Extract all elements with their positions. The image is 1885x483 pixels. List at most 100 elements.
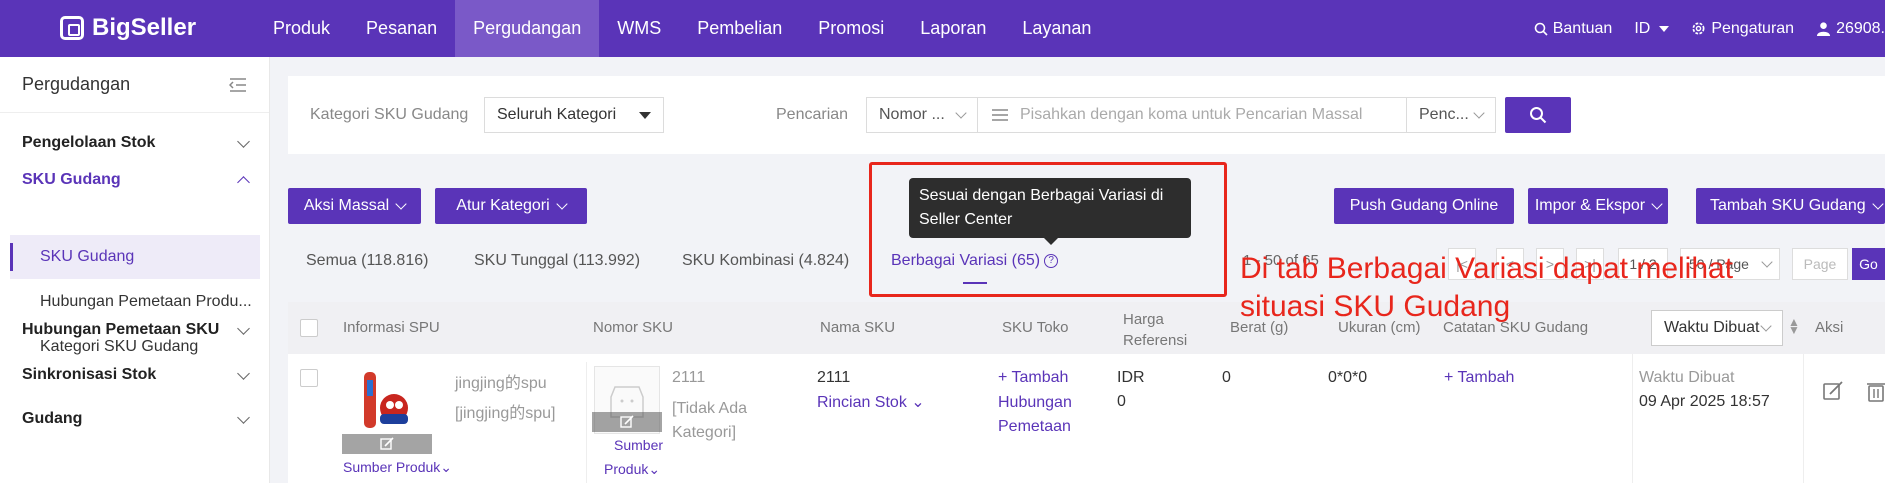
sidebar-subitem-sku-gudang[interactable]: SKU Gudang bbox=[10, 235, 260, 279]
col-action: Aksi bbox=[1815, 319, 1844, 336]
sku-source-line1[interactable]: Sumber bbox=[614, 437, 663, 453]
add-mapping-line3[interactable]: Pemetaan bbox=[998, 418, 1071, 436]
chevron-down-icon bbox=[1871, 198, 1884, 210]
edit-icon[interactable] bbox=[1822, 380, 1844, 402]
go-button[interactable]: Go bbox=[1852, 248, 1885, 280]
cell-divider bbox=[1803, 354, 1804, 483]
edit-image-button[interactable] bbox=[342, 434, 432, 454]
bulk-action-button[interactable]: Aksi Massal bbox=[288, 188, 421, 224]
chevron-down-icon bbox=[1473, 107, 1485, 119]
search-input[interactable]: Pisahkan dengan koma untuk Pencarian Mas… bbox=[977, 97, 1407, 133]
row-checkbox[interactable] bbox=[300, 369, 318, 387]
list-icon bbox=[992, 109, 1008, 121]
settings-label: Pengaturan bbox=[1711, 19, 1795, 37]
nav-pesanan[interactable]: Pesanan bbox=[348, 0, 455, 57]
chevron-down-icon bbox=[237, 321, 250, 335]
cell-divider bbox=[586, 362, 587, 483]
sidebar-item-hubungan-pemetaan-sku[interactable]: Hubungan Pemetaan SKU bbox=[0, 308, 270, 352]
help-label: Bantuan bbox=[1552, 19, 1613, 37]
sidebar-item-sku-gudang[interactable]: SKU Gudang bbox=[0, 158, 270, 202]
select-all-checkbox[interactable] bbox=[300, 319, 318, 337]
category-select[interactable]: Seluruh Kategori bbox=[484, 97, 664, 133]
toy-robot-image bbox=[364, 372, 408, 428]
button-label: Aksi Massal bbox=[303, 197, 390, 214]
button-label: Atur Kategori bbox=[456, 197, 550, 214]
nav-wms[interactable]: WMS bbox=[599, 0, 679, 57]
tab-all[interactable]: Semua (118.816) bbox=[306, 252, 428, 270]
chevron-down-icon bbox=[395, 198, 407, 210]
add-mapping-link[interactable]: + Tambah bbox=[998, 369, 1068, 387]
col-shop-sku: SKU Toko bbox=[1002, 319, 1069, 336]
user-menu[interactable]: 26908. bbox=[1816, 20, 1885, 38]
button-label: Tambah SKU Gudang bbox=[1710, 197, 1866, 214]
sidebar-item-sinkronisasi-stok[interactable]: Sinkronisasi Stok bbox=[0, 353, 270, 397]
weight-value: 0 bbox=[1222, 369, 1231, 386]
highlight-box bbox=[869, 162, 1227, 297]
sidebar-header: Pergudangan bbox=[0, 57, 269, 113]
chevron-down-icon bbox=[237, 410, 250, 424]
price-value: 0 bbox=[1117, 393, 1126, 410]
nav-promosi[interactable]: Promosi bbox=[800, 0, 902, 57]
import-export-button[interactable]: Impor & Ekspor bbox=[1528, 188, 1668, 224]
chevron-down-icon bbox=[1761, 256, 1773, 268]
created-time-value: 09 Apr 2025 18:57 bbox=[1639, 393, 1770, 410]
settings-link[interactable]: Pengaturan bbox=[1691, 20, 1794, 38]
chevron-down-icon bbox=[1760, 320, 1772, 332]
push-online-warehouse-button[interactable]: Push Gudang Online bbox=[1334, 188, 1514, 224]
language-select[interactable]: ID bbox=[1634, 20, 1670, 38]
edit-sku-image-button[interactable] bbox=[592, 412, 662, 432]
nav-produk[interactable]: Produk bbox=[255, 0, 348, 57]
nav-laporan[interactable]: Laporan bbox=[902, 0, 1004, 57]
nav-layanan[interactable]: Layanan bbox=[1004, 0, 1109, 57]
category-select-value: Seluruh Kategori bbox=[497, 106, 617, 123]
stock-detail-link[interactable]: Rincian Stok ⌄ bbox=[817, 392, 925, 412]
search-field-value: Nomor ... bbox=[879, 106, 945, 123]
button-label: Push Gudang Online bbox=[1349, 197, 1499, 214]
help-link[interactable]: Bantuan bbox=[1534, 19, 1613, 38]
chevron-down-icon bbox=[1651, 198, 1663, 210]
category-filter-label: Kategori SKU Gudang bbox=[310, 106, 469, 123]
col-sku-name: Nama SKU bbox=[820, 319, 896, 336]
tab-combination-sku[interactable]: SKU Kombinasi (4.824) bbox=[682, 252, 849, 270]
sidebar-item-label: Pengelolaan Stok bbox=[22, 134, 156, 151]
search-placeholder: Pisahkan dengan koma untuk Pencarian Mas… bbox=[1020, 106, 1363, 123]
search-button[interactable] bbox=[1505, 97, 1571, 133]
chevron-down-icon bbox=[955, 107, 967, 119]
created-time-label: Waktu Dibuat bbox=[1639, 369, 1735, 386]
link-label: Produk bbox=[604, 461, 649, 477]
spu-product-image bbox=[350, 366, 416, 434]
sidebar: Pergudangan Pengelolaan Stok SKU Gudang … bbox=[0, 57, 270, 483]
nav-pembelian[interactable]: Pembelian bbox=[679, 0, 800, 57]
search-field-select[interactable]: Nomor ... bbox=[866, 97, 978, 133]
goto-page-input[interactable]: Page bbox=[1792, 248, 1848, 280]
nav-pergudangan[interactable]: Pergudangan bbox=[455, 0, 600, 57]
bigseller-logo[interactable]: BigSeller bbox=[60, 14, 196, 42]
search-mode-select[interactable]: Penc... bbox=[1406, 97, 1496, 133]
price-currency: IDR bbox=[1117, 369, 1145, 386]
sku-number: 2111 bbox=[672, 369, 706, 386]
sidebar-item-gudang[interactable]: Gudang bbox=[0, 397, 270, 441]
sort-order-icon[interactable]: ▲ ▼ bbox=[1788, 316, 1800, 336]
sidebar-item-label: Sinkronisasi Stok bbox=[22, 366, 157, 383]
link-label: Sumber Produk bbox=[343, 459, 441, 475]
chevron-down-icon bbox=[237, 366, 250, 380]
tab-single-sku[interactable]: SKU Tunggal (113.992) bbox=[474, 252, 640, 270]
size-value: 0*0*0 bbox=[1328, 369, 1368, 386]
annotation-line: Di tab Berbagai Variasi dapat melihat bbox=[1240, 252, 1734, 285]
gear-icon bbox=[1692, 22, 1705, 35]
spu-source-link[interactable]: Sumber Produk⌄ bbox=[343, 459, 452, 476]
caret-down-icon bbox=[639, 111, 651, 119]
add-mapping-line2[interactable]: Hubungan bbox=[998, 394, 1072, 412]
add-warehouse-sku-button[interactable]: Tambah SKU Gudang bbox=[1696, 188, 1885, 224]
top-navbar: BigSeller Produk Pesanan Pergudangan WMS… bbox=[0, 0, 1885, 57]
sku-source-link[interactable]: Produk⌄ bbox=[604, 461, 660, 478]
add-note-link[interactable]: + Tambah bbox=[1444, 369, 1514, 387]
edit-icon bbox=[620, 415, 634, 428]
set-category-button[interactable]: Atur Kategori bbox=[435, 188, 587, 224]
col-reference-price: Harga Referensi bbox=[1123, 311, 1188, 349]
collapse-sidebar-icon[interactable] bbox=[229, 77, 247, 93]
sku-category: [Tidak Ada Kategori] bbox=[672, 400, 748, 441]
top-right-menu: Bantuan ID Pengaturan 26908. bbox=[1534, 0, 1885, 57]
edit-icon bbox=[380, 437, 394, 450]
trash-icon[interactable] bbox=[1866, 380, 1885, 402]
